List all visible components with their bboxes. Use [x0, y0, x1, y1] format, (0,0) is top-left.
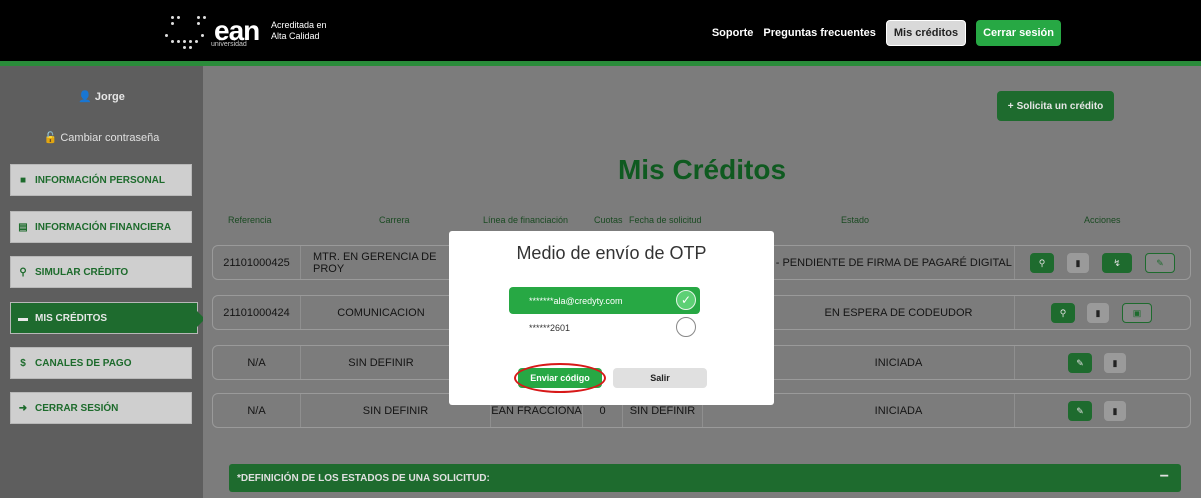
cell-referencia: N/A — [213, 394, 301, 427]
column-header-estado: Estado — [841, 215, 870, 225]
logo-subtitle: universidad — [211, 41, 247, 48]
cell-referencia: 21101000425 — [213, 246, 301, 279]
radio-icon[interactable] — [676, 317, 696, 337]
credit-card-icon: ▬ — [18, 312, 28, 324]
top-navbar: ean universidad Acreditada en Alta Calid… — [0, 0, 1201, 61]
user-icon: 👤 — [78, 91, 92, 103]
nav-mis-creditos-button[interactable]: Mis créditos — [885, 20, 967, 46]
sidebar-item-informacion-personal[interactable]: ■ INFORMACIÓN PERSONAL — [10, 164, 192, 196]
view-icon[interactable]: ⚲ — [1030, 253, 1054, 273]
sidebar-item-label: SIMULAR CRÉDITO — [35, 266, 129, 278]
user-name: 👤 Jorge — [0, 90, 203, 103]
accreditation-line-1: Acreditada en — [271, 20, 327, 30]
sidebar-item-label: INFORMACIÓN PERSONAL — [35, 174, 165, 186]
otp-option-label: *******ala@credyty.com — [529, 295, 623, 306]
sidebar-item-simular-credito[interactable]: ⚲ SIMULAR CRÉDITO — [10, 256, 192, 288]
codeudor-icon[interactable]: ▣ — [1122, 303, 1152, 323]
cell-estado: INICIADA — [783, 394, 1015, 427]
column-header-acciones: Acciones — [1084, 215, 1121, 225]
change-password-link[interactable]: 🔓 Cambiar contraseña — [0, 131, 203, 144]
cell-carrera: COMUNICACION — [337, 306, 425, 319]
user-icon: ■ — [19, 174, 27, 186]
salir-button[interactable]: Salir — [613, 368, 707, 388]
delete-icon[interactable]: ▮ — [1067, 253, 1089, 273]
lock-icon: 🔓 — [43, 132, 58, 144]
sidebar: 👤 Jorge 🔓 Cambiar contraseña ■ INFORMACI… — [0, 66, 205, 498]
plus-icon: + — [1007, 100, 1014, 112]
check-icon[interactable]: ✓ — [676, 290, 696, 310]
sidebar-item-label: CANALES DE PAGO — [35, 357, 132, 369]
highlight-ring — [514, 363, 606, 393]
cell-estado: EN ESPERA DE CODEUDOR — [783, 296, 1015, 329]
nav-cerrar-sesion-button[interactable]: Cerrar sesión — [976, 20, 1061, 46]
view-icon[interactable]: ⚲ — [1051, 303, 1075, 323]
cell-referencia: N/A — [213, 346, 301, 379]
column-header-linea: Línea de financiación — [483, 215, 569, 225]
solicita-credito-label: Solicita un crédito — [1016, 100, 1104, 112]
sidebar-item-informacion-financiera[interactable]: ▤ INFORMACIÓN FINANCIERA — [10, 211, 192, 243]
accreditation-line-2: Alta Calidad — [271, 31, 320, 41]
logo-dots-icon — [163, 14, 208, 49]
estados-accordion-label: *DEFINICIÓN DE LOS ESTADOS DE UNA SOLICI… — [237, 472, 490, 484]
ean-logo[interactable]: ean universidad Acreditada en Alta Calid… — [163, 14, 327, 49]
cell-referencia: 21101000424 — [213, 296, 301, 329]
accreditation-text: Acreditada en Alta Calidad — [271, 20, 331, 42]
solicita-credito-button[interactable]: + Solicita un crédito — [997, 91, 1114, 121]
nav-soporte[interactable]: Soporte — [712, 27, 754, 39]
column-header-cuotas: Cuotas — [594, 215, 623, 225]
sidebar-item-cerrar-sesion[interactable]: ➜ CERRAR SESIÓN — [10, 392, 192, 424]
sidebar-item-canales-de-pago[interactable]: $ CANALES DE PAGO — [10, 347, 192, 379]
nav-faq[interactable]: Preguntas frecuentes — [763, 27, 875, 39]
collapse-icon[interactable]: − — [1160, 468, 1169, 486]
sidebar-item-label: INFORMACIÓN FINANCIERA — [35, 221, 172, 233]
estados-accordion-header[interactable]: *DEFINICIÓN DE LOS ESTADOS DE UNA SOLICI… — [229, 464, 1181, 492]
cell-carrera: MTR. EN GERENCIA DE PROY — [313, 250, 437, 275]
otp-option-phone[interactable]: ******2601 — [509, 314, 700, 341]
column-header-referencia: Referencia — [228, 215, 272, 225]
cell-estado: INICIADA — [783, 346, 1015, 379]
dollar-icon: $ — [20, 357, 26, 369]
top-nav: Soporte Preguntas frecuentes Mis crédito… — [712, 20, 1061, 46]
page-title: Mis Créditos — [617, 154, 787, 185]
modal-title: Medio de envío de OTP — [516, 243, 707, 263]
otp-modal: Medio de envío de OTP *******ala@credyty… — [449, 231, 774, 405]
delete-icon[interactable]: ▮ — [1104, 401, 1126, 421]
file-icon: ▤ — [18, 221, 28, 233]
logo-wordmark: ean — [214, 15, 260, 46]
change-password-label: Cambiar contraseña — [60, 132, 160, 144]
edit-document-icon[interactable]: ✎ — [1145, 253, 1175, 273]
edit-icon[interactable]: ✎ — [1068, 353, 1092, 373]
user-name-label: Jorge — [94, 91, 125, 103]
delete-icon[interactable]: ▮ — [1104, 353, 1126, 373]
delete-icon[interactable]: ▮ — [1087, 303, 1109, 323]
otp-option-email[interactable]: *******ala@credyty.com ✓ — [509, 287, 700, 314]
column-header-carrera: Carrera — [379, 215, 410, 225]
cell-estado: DA - PENDIENTE DE FIRMA DE PAGARÉ DIGITA… — [758, 246, 1015, 279]
logout-icon: ➜ — [18, 402, 28, 414]
sign-icon[interactable]: ↯ — [1102, 253, 1132, 273]
cell-carrera: SIN DEFINIR — [348, 356, 414, 369]
edit-icon[interactable]: ✎ — [1068, 401, 1092, 421]
search-icon: ⚲ — [19, 266, 27, 278]
sidebar-item-label: CERRAR SESIÓN — [35, 402, 119, 414]
sidebar-item-mis-creditos[interactable]: ▬ MIS CRÉDITOS — [10, 302, 205, 334]
column-header-fecha: Fecha de solicitud — [629, 215, 702, 225]
otp-option-label: ******2601 — [529, 322, 571, 333]
sidebar-item-label: MIS CRÉDITOS — [35, 312, 108, 324]
